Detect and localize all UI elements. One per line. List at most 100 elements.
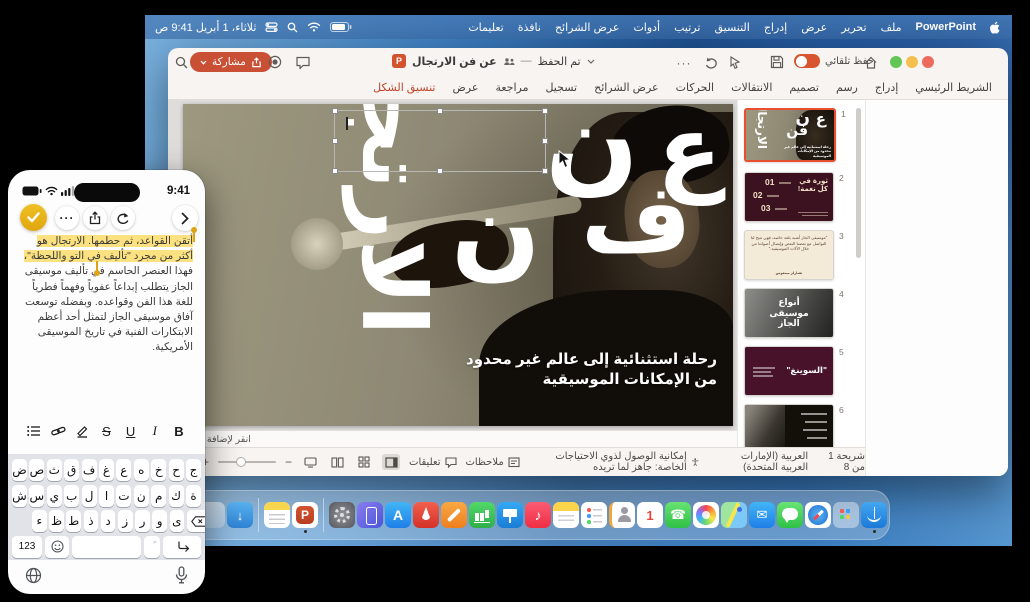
- more-options-button[interactable]: ···: [55, 206, 79, 230]
- selection-handle[interactable]: [332, 138, 338, 144]
- more-options-button[interactable]: ···: [673, 52, 695, 74]
- language-indicator[interactable]: العربية (الإمارات العربية المتحدة): [713, 451, 808, 473]
- slide-canvas[interactable]: ع ن ف ن الارتجال رحلة استثنائية إلى عالم…: [183, 104, 733, 426]
- italic-button[interactable]: I: [147, 423, 163, 439]
- comment-icon[interactable]: [292, 51, 314, 73]
- keyboard-key[interactable]: ص: [29, 459, 44, 481]
- slide-thumbnail-5[interactable]: "السوينغ": [744, 346, 834, 396]
- numbers-key[interactable]: 123: [12, 536, 42, 558]
- keyboard-key[interactable]: و: [152, 510, 167, 532]
- menu-item[interactable]: عرض الشرائح: [555, 21, 620, 34]
- globe-key[interactable]: [25, 567, 42, 584]
- keyboard-key[interactable]: ب: [64, 485, 79, 507]
- notes-icon[interactable]: [553, 502, 579, 528]
- selection-handle[interactable]: [437, 108, 443, 114]
- selection-end-handle[interactable]: [94, 270, 100, 276]
- slide-thumbnail-4[interactable]: أنواع موسيقى الجاز: [744, 288, 834, 338]
- pointer-tool-icon[interactable]: [724, 51, 746, 73]
- menu-item[interactable]: عرض: [801, 21, 827, 34]
- rocket-app-icon[interactable]: [413, 502, 439, 528]
- downloads-folder-icon[interactable]: [227, 502, 253, 528]
- backspace-key[interactable]: [187, 510, 205, 532]
- menu-item[interactable]: أدوات: [633, 21, 660, 34]
- reading-view-icon[interactable]: [328, 454, 346, 470]
- diacritic-key[interactable]: ً: [144, 536, 160, 558]
- keyboard-key[interactable]: م: [151, 485, 166, 507]
- accessibility-status[interactable]: إمكانية الوصول لذوي الاحتياجات الخاصة: ج…: [528, 451, 700, 473]
- photos-icon[interactable]: [693, 502, 719, 528]
- messages-icon[interactable]: [777, 502, 803, 528]
- zoom-slider-knob[interactable]: [236, 457, 246, 467]
- keyboard-key[interactable]: ى: [170, 510, 185, 532]
- thumbnail-scrollbar[interactable]: [856, 108, 861, 258]
- slide-thumbnail-1[interactable]: ع ن فن الارتجال رحلة استثنائية إلى عالم …: [744, 108, 836, 162]
- pages-icon[interactable]: [441, 502, 467, 528]
- keyboard-key[interactable]: س: [29, 485, 44, 507]
- selection-handle[interactable]: [332, 108, 338, 114]
- menu-item[interactable]: تعليمات: [468, 21, 503, 34]
- finder-icon[interactable]: [861, 502, 887, 528]
- highlighter-icon[interactable]: [74, 424, 90, 438]
- slide-subtitle[interactable]: رحلة استثنائية إلى عالم غير محدود من الإ…: [466, 350, 717, 390]
- numbers-icon[interactable]: [469, 502, 495, 528]
- normal-view-icon[interactable]: [382, 454, 400, 470]
- keyboard-key[interactable]: ر: [135, 510, 150, 532]
- keyboard-key[interactable]: ء: [32, 510, 47, 532]
- tab-transitions[interactable]: الانتقالات: [731, 81, 772, 94]
- powerpoint-icon[interactable]: [292, 502, 318, 528]
- keyboard-key[interactable]: ه: [134, 459, 149, 481]
- record-icon[interactable]: [264, 51, 286, 73]
- menu-item[interactable]: ملف: [881, 21, 902, 34]
- save-icon[interactable]: [766, 51, 788, 73]
- keyboard-key[interactable]: ح: [169, 459, 184, 481]
- keyboard-key[interactable]: ش: [12, 485, 27, 507]
- dock-separator[interactable]: [323, 498, 324, 532]
- comments-button[interactable]: تعليقات: [409, 457, 456, 468]
- undo-icon[interactable]: [700, 51, 722, 73]
- slide-thumbnail-2[interactable]: ثورة في كل نغمة! 01 02 03: [744, 172, 834, 222]
- tab-insert[interactable]: إدراج: [875, 81, 898, 94]
- keyboard-key[interactable]: ت: [116, 485, 131, 507]
- settings-icon[interactable]: [329, 502, 355, 528]
- music-icon[interactable]: [525, 502, 551, 528]
- keyboard-key[interactable]: ة: [186, 485, 201, 507]
- note-text[interactable]: أتقن القواعد، ثم حطمها. الارتجال هو أكثر…: [20, 234, 193, 356]
- tab-slideshow[interactable]: عرض الشرائح: [594, 81, 659, 94]
- keyboard-key[interactable]: ذ: [84, 510, 99, 532]
- tab-animations[interactable]: الحركات: [676, 81, 715, 94]
- mail-icon[interactable]: [749, 502, 775, 528]
- selection-handle[interactable]: [542, 108, 548, 114]
- keyboard-key[interactable]: ع: [116, 459, 131, 481]
- notes-placeholder-bar[interactable]: انقر لإضافة ملاحظات: [168, 430, 737, 447]
- dock-separator[interactable]: [258, 498, 259, 532]
- saved-status[interactable]: تم الحفظ: [538, 55, 581, 68]
- notes-button[interactable]: ملاحظات: [466, 457, 520, 468]
- keyboard-key[interactable]: ف: [82, 459, 97, 481]
- autosave-toggle[interactable]: [794, 54, 820, 68]
- menu-item[interactable]: نافذة: [518, 21, 541, 34]
- tab-draw[interactable]: رسم: [836, 81, 858, 94]
- iphone-mirroring-icon[interactable]: [357, 502, 383, 528]
- keyboard-key[interactable]: ظ: [49, 510, 64, 532]
- link-icon[interactable]: [50, 425, 66, 438]
- window-minimize-button[interactable]: [906, 56, 918, 68]
- safari-icon[interactable]: [805, 502, 831, 528]
- keyboard-key[interactable]: د: [101, 510, 116, 532]
- slide-sorter-view-icon[interactable]: [355, 454, 373, 470]
- keyboard-key[interactable]: ث: [47, 459, 62, 481]
- keyboard-key[interactable]: ا: [99, 485, 114, 507]
- share-button[interactable]: مشاركة: [190, 52, 272, 72]
- menu-item[interactable]: تحرير: [841, 21, 866, 34]
- selection-start-handle[interactable]: [191, 227, 197, 233]
- keyboard-key[interactable]: ض: [12, 459, 27, 481]
- menu-item[interactable]: إدراج: [764, 21, 787, 34]
- bold-button[interactable]: B: [171, 424, 187, 439]
- keyboard-key[interactable]: ل: [82, 485, 97, 507]
- tab-design[interactable]: تصميم: [789, 81, 819, 94]
- spotlight-search-icon[interactable]: [287, 22, 298, 33]
- tab-record[interactable]: تسجيل: [545, 81, 577, 94]
- space-key[interactable]: [72, 536, 141, 558]
- keyboard-key[interactable]: ط: [66, 510, 81, 532]
- contacts-icon[interactable]: [609, 502, 635, 528]
- calendar-icon[interactable]: 1: [637, 502, 663, 528]
